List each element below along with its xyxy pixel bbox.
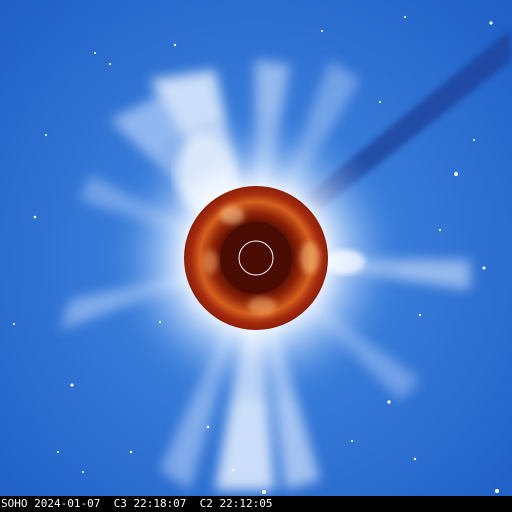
inner-occulter — [220, 222, 292, 294]
coronagraph-image — [0, 0, 512, 496]
image-caption: SOHO 2024-01-07 C3 22:18:07 C2 22:12:05 — [0, 496, 512, 512]
